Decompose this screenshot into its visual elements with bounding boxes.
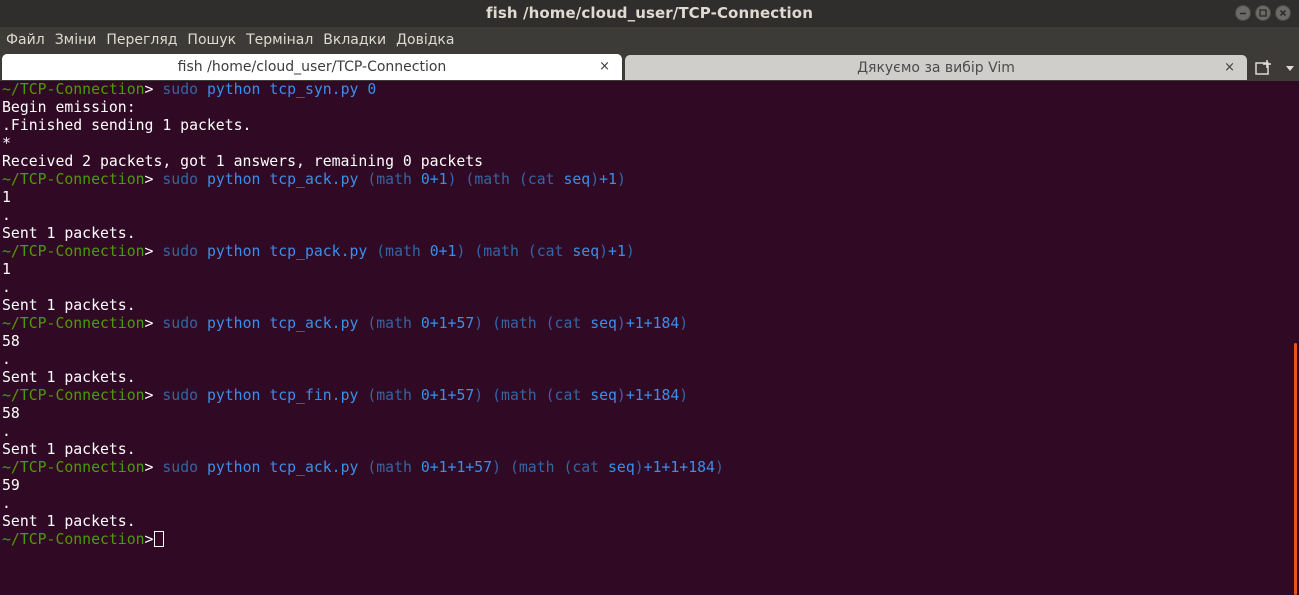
menu-bar: Файл Зміни Перегляд Пошук Термінал Вклад… [0,27,1299,54]
prompt-symbol: > [144,81,154,98]
output-line: * [0,135,1293,153]
output-line: Sent 1 packets. [0,297,1293,315]
menu-search[interactable]: Пошук [182,27,241,54]
menu-help[interactable]: Довідка [391,27,459,54]
output-line: 1 [0,261,1293,279]
prompt-path: ~/TCP-Connection [2,387,145,404]
prompt-path: ~/TCP-Connection [2,171,145,188]
prompt-line: ~/TCP-Connection> sudo python tcp_pack.p… [0,243,1293,261]
output-text: * [2,135,11,152]
menu-terminal[interactable]: Термінал [241,27,318,54]
prompt-path: ~/TCP-Connection [2,81,145,98]
prompt-line: ~/TCP-Connection> sudo python tcp_ack.py… [0,459,1293,477]
terminal-cursor[interactable] [154,531,165,547]
output-text: Received 2 packets, got 1 answers, remai… [2,153,484,170]
scroll-thumb[interactable] [1294,343,1297,595]
output-line: 59 [0,477,1293,495]
command-text: sudo python tcp_syn.py 0 [162,81,377,98]
output-text: Sent 1 packets. [2,297,136,314]
menu-file[interactable]: Файл [0,27,50,54]
output-text: 1 [2,189,11,206]
scrollbar[interactable] [1294,81,1299,595]
output-line: . [0,495,1293,513]
output-line: Begin emission: [0,99,1293,117]
new-tab-icon[interactable] [1253,58,1275,78]
output-line: 58 [0,405,1293,423]
prompt-symbol: > [144,315,154,332]
prompt-path: ~/TCP-Connection [2,531,145,548]
output-text: 58 [2,405,20,422]
output-text: Sent 1 packets. [2,369,136,386]
prompt-symbol: > [144,171,154,188]
prompt-symbol: > [144,531,154,548]
prompt-line: ~/TCP-Connection> sudo python tcp_ack.py… [0,315,1293,333]
output-line: Sent 1 packets. [0,369,1293,387]
prompt-line: ~/TCP-Connection> sudo python tcp_syn.py… [0,81,1293,99]
command-text: sudo python tcp_ack.py (math 0+1+1+57) (… [162,459,724,476]
prompt-path: ~/TCP-Connection [2,459,145,476]
output-text: Begin emission: [2,99,136,116]
tab-label: fish /home/cloud_user/TCP-Connection [177,59,447,75]
output-line: 1 [0,189,1293,207]
output-text: Sent 1 packets. [2,225,136,242]
prompt-line: ~/TCP-Connection> [0,531,1293,549]
menu-tabs[interactable]: Вкладки [318,27,391,54]
output-text: 59 [2,477,20,494]
prompt-path: ~/TCP-Connection [2,243,145,260]
output-line: Sent 1 packets. [0,513,1293,531]
tab-menu-icon[interactable] [1283,60,1297,74]
output-line: . [0,279,1293,297]
minimize-icon[interactable] [1235,5,1251,21]
tab-close-icon[interactable]: × [599,54,610,80]
tab-vim[interactable]: Дякуємо за вибір Vim × [625,55,1247,80]
menu-view[interactable]: Перегляд [101,27,182,54]
tab-fish[interactable]: fish /home/cloud_user/TCP-Connection × [2,54,622,80]
tab-close-icon[interactable]: × [1224,55,1235,81]
terminal-output[interactable]: ~/TCP-Connection> sudo python tcp_syn.py… [0,81,1293,595]
command-text: sudo python tcp_fin.py (math 0+1+57) (ma… [162,387,689,404]
output-text: . [2,495,11,512]
output-line: 58 [0,333,1293,351]
tab-bar: fish /home/cloud_user/TCP-Connection × Д… [0,54,1299,81]
output-line: . [0,351,1293,369]
menu-edit[interactable]: Зміни [50,27,102,54]
output-line: Received 2 packets, got 1 answers, remai… [0,153,1293,171]
output-text: .Finished sending 1 packets. [2,117,252,134]
command-text: sudo python tcp_ack.py (math 0+1+57) (ma… [162,315,689,332]
output-text: 1 [2,261,11,278]
prompt-line: ~/TCP-Connection> sudo python tcp_fin.py… [0,387,1293,405]
window-controls [1235,5,1291,21]
tab-label: Дякуємо за вибір Vim [857,60,1015,76]
prompt-symbol: > [144,387,154,404]
output-text: . [2,207,11,224]
output-text: . [2,423,11,440]
prompt-path: ~/TCP-Connection [2,315,145,332]
prompt-symbol: > [144,243,154,260]
maximize-icon[interactable] [1255,5,1271,21]
output-text: Sent 1 packets. [2,441,136,458]
output-line: . [0,207,1293,225]
prompt-symbol: > [144,459,154,476]
output-text: 58 [2,333,20,350]
command-text: sudo python tcp_ack.py (math 0+1) (math … [162,171,626,188]
output-line: . [0,423,1293,441]
output-line: Sent 1 packets. [0,225,1293,243]
output-line: .Finished sending 1 packets. [0,117,1293,135]
output-text: . [2,279,11,296]
output-text: . [2,351,11,368]
output-text: Sent 1 packets. [2,513,136,530]
output-line: Sent 1 packets. [0,441,1293,459]
window-title: fish /home/cloud_user/TCP-Connection [486,4,813,22]
title-bar: fish /home/cloud_user/TCP-Connection [0,0,1299,27]
close-icon[interactable] [1275,5,1291,21]
command-text: sudo python tcp_pack.py (math 0+1) (math… [162,243,635,260]
prompt-line: ~/TCP-Connection> sudo python tcp_ack.py… [0,171,1293,189]
